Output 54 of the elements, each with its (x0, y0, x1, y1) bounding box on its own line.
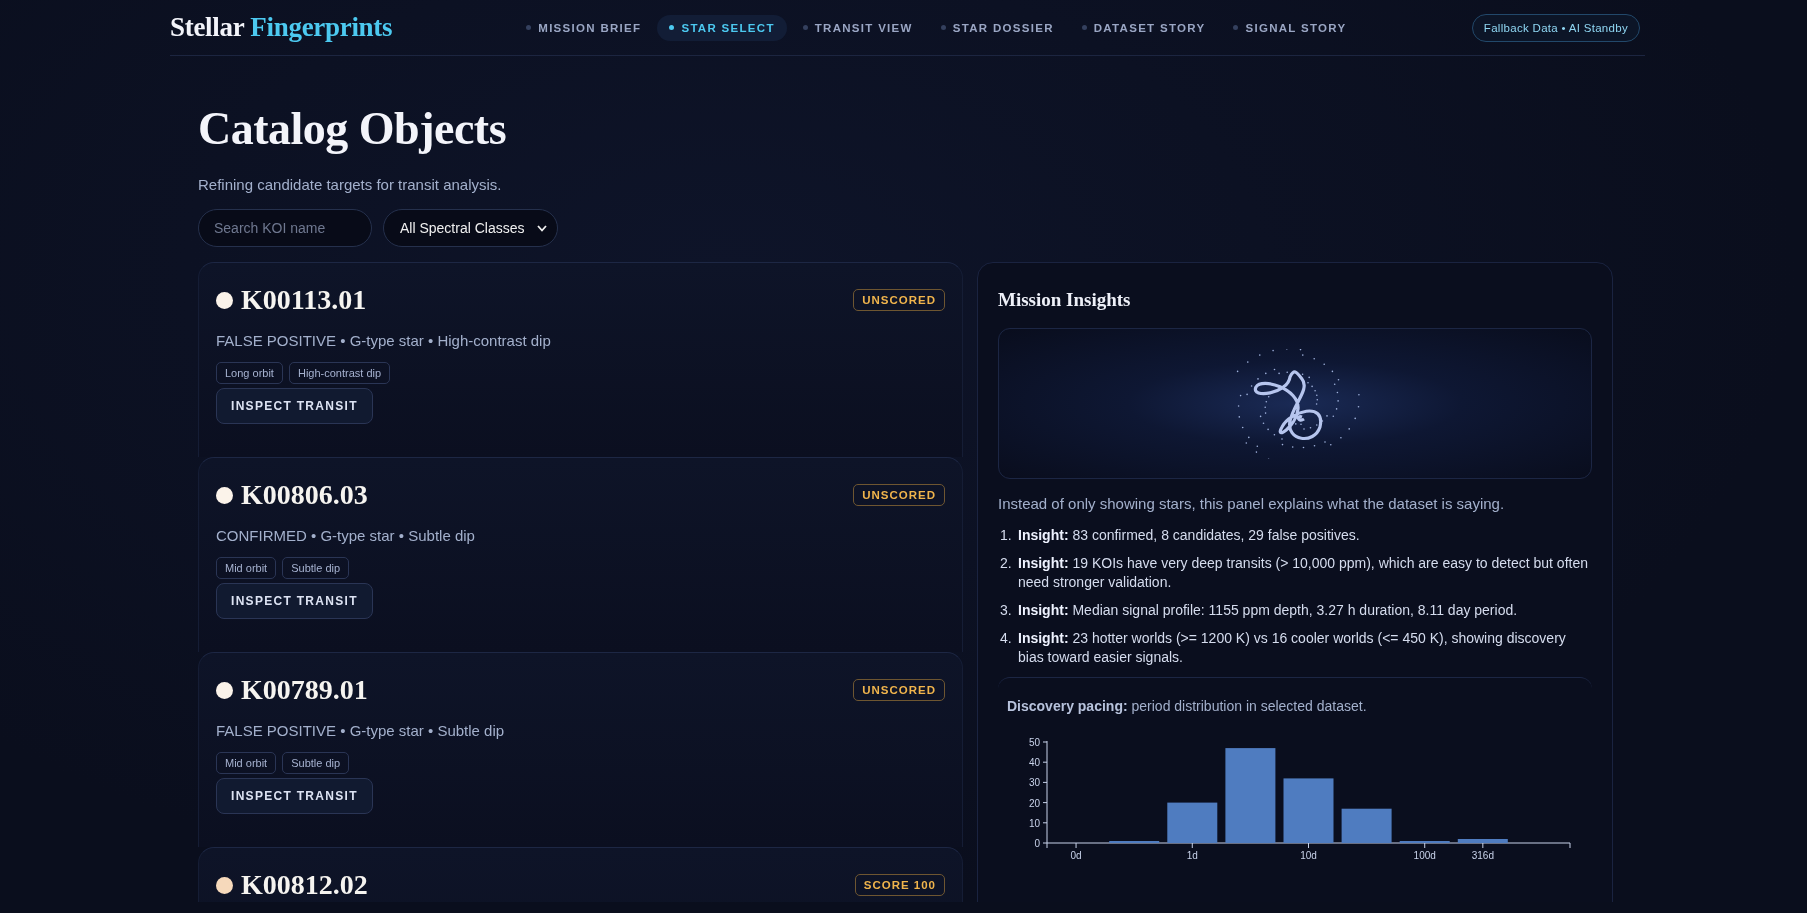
nav-tab[interactable]: STAR SELECT (657, 14, 787, 41)
insight-text: Insight: 19 KOIs have very deep transits (> 10,000 ppm), which are easy to detect but often need stronger validation. (1018, 554, 1589, 592)
axis-label: 50 (1028, 737, 1040, 748)
tag-chip: High-contrast dip (288, 362, 391, 384)
list-number: 2. (1000, 554, 1013, 573)
panel-title: Mission Insights (998, 289, 1132, 311)
search-field[interactable]: Search KOI name (198, 209, 372, 247)
score-badge: UNSCORED (853, 484, 945, 506)
axis-label: 316d (1471, 850, 1494, 861)
nav-tab[interactable]: TRANSIT VIEW (790, 14, 925, 41)
axis-label: 10 (1028, 817, 1040, 829)
axis-label: 0d (1070, 850, 1082, 861)
axis-label: 40 (1028, 757, 1040, 769)
status-pill: Fallback Data • AI Standby (1471, 13, 1640, 42)
axis-label: 30 (1028, 777, 1040, 789)
score-badge: UNSCORED (853, 289, 945, 311)
tag-chip: Subtle dip (282, 557, 350, 579)
inspect-button[interactable]: INSPECT TRANSIT (216, 583, 373, 619)
axis-label: 100d (1413, 850, 1436, 861)
object-meta: FALSE POSITIVE • G-type star • Subtle dip (216, 722, 506, 739)
score-badge: SCORE 100 (854, 874, 945, 896)
inspect-button[interactable]: INSPECT TRANSIT (216, 778, 373, 814)
intro-text: Instead of only showing stars, this panel explains what the dataset is saying. (998, 495, 1506, 512)
page-title: Catalog Objects (198, 106, 508, 152)
insight-text: Insight: 23 hotter worlds (>= 1200 K) vs 16 cooler worlds (<= 450 K), showing discovery bias toward easier signals. (1018, 629, 1567, 667)
tag-chip: Mid orbit (216, 557, 277, 579)
nav-tab[interactable]: STAR DOSSIER (928, 14, 1066, 41)
tag-chip: Long orbit (216, 362, 283, 384)
object-name: K00789.01 (241, 674, 368, 706)
object-meta: FALSE POSITIVE • G-type star • High-contrast dip (216, 332, 552, 349)
insight-text: Insight: Median signal profile: 1155 ppm depth, 3.27 h duration, 8.11 day period. (1018, 601, 1518, 620)
list-number: 3. (1000, 601, 1013, 620)
inspect-button[interactable]: INSPECT TRANSIT (216, 388, 373, 424)
chart-caption: Discovery pacing: period distribution in selected dataset. (1007, 698, 1368, 714)
axis-label: 0 (1034, 838, 1040, 849)
tag-chip: Subtle dip (282, 752, 350, 774)
list-number: 4. (1000, 629, 1013, 648)
page-subtitle: Refining candidate targets for transit analysis. (198, 176, 503, 193)
insight-text: Insight: 83 confirmed, 8 candidates, 29 false positives. (1018, 526, 1360, 545)
axis-label: 20 (1028, 797, 1040, 809)
nav-tab[interactable]: MISSION BRIEF (514, 14, 654, 41)
axis-label: 1d (1186, 850, 1198, 861)
axis-label: 10d (1300, 850, 1317, 861)
list-number: 1. (1000, 526, 1013, 545)
object-name: K00806.03 (241, 479, 368, 511)
object-name: K00812.02 (241, 869, 368, 901)
nav-tab[interactable]: DATASET STORY (1069, 14, 1218, 41)
class-dropdown[interactable]: All Spectral Classes (383, 209, 558, 247)
object-name: K00113.01 (241, 284, 367, 316)
object-meta: CONFIRMED • G-type star • Subtle dip (216, 527, 476, 544)
score-badge: UNSCORED (853, 679, 945, 701)
nav-tab[interactable]: SIGNAL STORY (1221, 14, 1359, 41)
tag-chip: Mid orbit (216, 752, 277, 774)
logo[interactable]: Stellar Fingerprints (170, 12, 393, 43)
